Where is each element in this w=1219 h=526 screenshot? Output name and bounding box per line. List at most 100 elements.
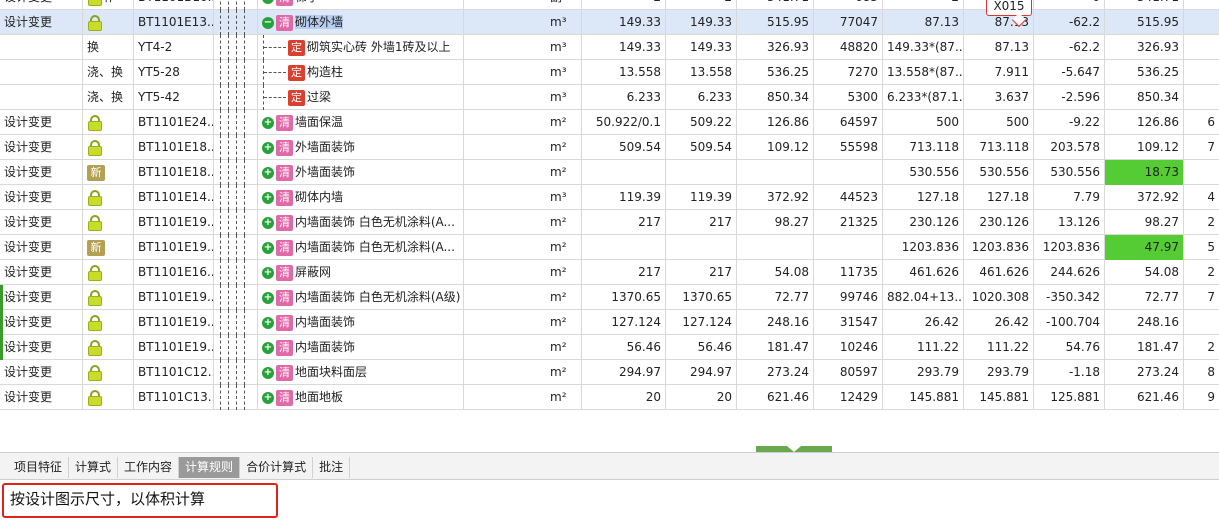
table-row[interactable]: 浇、换 YT5-42 定过梁 m³ 6.233 6.233 850.34 5300 6.233*… <box>0 85 1219 110</box>
revised-price-cell[interactable]: 181.47 <box>1105 335 1184 360</box>
quantity-cell[interactable] <box>666 160 737 185</box>
table-row[interactable]: 设计变更 BT1101E19... + 清内墙面装饰 m² 127.124 127.124 2… <box>0 310 1219 335</box>
table-row[interactable]: 设计变更新 BT1101E19... + 清内墙面装饰 白色无机涂料(A... m² 12… <box>0 235 1219 260</box>
quantity-cell[interactable]: 217 <box>666 260 737 285</box>
revised-price-cell[interactable]: 98.27 <box>1105 210 1184 235</box>
table-row[interactable]: 浇、换 YT5-28 定构造柱 m³ 13.558 13.558 536.25 7270 13.… <box>0 60 1219 85</box>
expand-icon[interactable]: + <box>262 191 274 204</box>
revised-expr-cell[interactable]: 713.118 <box>883 135 964 160</box>
unit-price-cell[interactable] <box>737 235 814 260</box>
quantity-diff-cell[interactable]: 125.881 <box>1034 385 1105 410</box>
tab-计算式[interactable]: 计算式 <box>69 457 119 478</box>
quantity-diff-cell[interactable]: -350.342 <box>1034 285 1105 310</box>
expand-icon[interactable]: + <box>262 266 274 279</box>
total-price-cell[interactable]: 5300 <box>814 85 883 110</box>
quantity-cell[interactable]: 1370.65 <box>582 285 666 310</box>
quantity-diff-cell[interactable]: -62.2 <box>1034 10 1105 35</box>
unit-price-cell[interactable]: 341.71 <box>737 0 814 10</box>
total-price-cell[interactable]: 80597 <box>814 360 883 385</box>
revised-expr-cell[interactable]: 26.42 <box>883 310 964 335</box>
unit-price-cell[interactable]: 248.16 <box>737 310 814 335</box>
quantity-cell[interactable]: 217 <box>582 210 666 235</box>
unit-price-cell[interactable]: 181.47 <box>737 335 814 360</box>
quantity-cell[interactable]: 119.39 <box>582 185 666 210</box>
quantity-cell[interactable]: 119.39 <box>666 185 737 210</box>
quantity-cell[interactable]: 20 <box>582 385 666 410</box>
table-row[interactable]: 设计变更 BT1101E19... + 清内墙面装饰 白色无机涂料(A级) m² 1370… <box>0 285 1219 310</box>
name-cell[interactable]: + 清内墙面装饰 <box>258 310 464 335</box>
name-cell[interactable]: 定构造柱 <box>258 60 464 85</box>
name-cell[interactable]: + 清内墙面装饰 <box>258 335 464 360</box>
unit-price-cell[interactable]: 98.27 <box>737 210 814 235</box>
revised-quantity-cell[interactable]: 500 <box>964 110 1034 135</box>
quantity-cell[interactable]: 6.233 <box>582 85 666 110</box>
name-cell[interactable]: + 清墙面保温 <box>258 110 464 135</box>
revised-expr-cell[interactable]: 882.04+13... <box>883 285 964 310</box>
total-price-cell[interactable]: 99746 <box>814 285 883 310</box>
table-row[interactable]: 设计变更 BT1101E19... + 清内墙面装饰 m² 56.46 56.46 181.4… <box>0 335 1219 360</box>
revised-quantity-cell[interactable]: 1020.308 <box>964 285 1034 310</box>
unit-price-cell[interactable] <box>737 160 814 185</box>
total-price-cell[interactable]: 55598 <box>814 135 883 160</box>
revised-quantity-cell[interactable]: 145.881 <box>964 385 1034 410</box>
quantity-cell[interactable]: 127.124 <box>666 310 737 335</box>
tab-计算规则[interactable]: 计算规则 <box>179 457 241 478</box>
quantity-cell[interactable] <box>582 235 666 260</box>
revised-expr-cell[interactable]: 87.13 <box>883 10 964 35</box>
quantity-cell[interactable]: 56.46 <box>582 335 666 360</box>
revised-price-cell[interactable]: 54.08 <box>1105 260 1184 285</box>
tab-工作内容[interactable]: 工作内容 <box>118 457 180 478</box>
revised-price-cell[interactable]: 341.71 <box>1105 0 1184 10</box>
quantity-cell[interactable]: 294.97 <box>582 360 666 385</box>
quantity-cell[interactable] <box>582 160 666 185</box>
quantity-cell[interactable]: 509.54 <box>582 135 666 160</box>
revised-expr-cell[interactable]: 461.626 <box>883 260 964 285</box>
name-cell[interactable]: + 清内墙面装饰 白色无机涂料(A... <box>258 210 464 235</box>
quantity-cell[interactable]: 1370.65 <box>666 285 737 310</box>
table-row[interactable]: 设计变更 BT1101E14... + 清砌体内墙 m³ 119.39 119.39 372.… <box>0 185 1219 210</box>
unit-price-cell[interactable]: 850.34 <box>737 85 814 110</box>
quantity-diff-cell[interactable]: -1.18 <box>1034 360 1105 385</box>
unit-price-cell[interactable]: 54.08 <box>737 260 814 285</box>
quantity-cell[interactable]: 217 <box>666 210 737 235</box>
collapse-icon[interactable]: − <box>262 16 274 29</box>
unit-price-cell[interactable]: 273.24 <box>737 360 814 385</box>
total-price-cell[interactable]: 31547 <box>814 310 883 335</box>
expand-icon[interactable]: + <box>262 366 274 379</box>
unit-price-cell[interactable]: 621.46 <box>737 385 814 410</box>
total-price-cell[interactable]: 12429 <box>814 385 883 410</box>
revised-quantity-cell[interactable]: 111.22 <box>964 335 1034 360</box>
revised-quantity-cell[interactable]: 530.556 <box>964 160 1034 185</box>
revised-expr-cell[interactable]: 127.18 <box>883 185 964 210</box>
unit-price-cell[interactable]: 515.95 <box>737 10 814 35</box>
quantity-diff-cell[interactable]: 54.76 <box>1034 335 1105 360</box>
quantity-diff-cell[interactable]: 13.126 <box>1034 210 1105 235</box>
name-cell[interactable]: +清梯子 <box>258 0 464 10</box>
table-row[interactable]: 换 YT4-2 定砌筑实心砖 外墙1砖及以上 m³ 149.33 149.33 326.93… <box>0 35 1219 60</box>
revised-expr-cell[interactable]: 1203.836 <box>883 235 964 260</box>
expand-icon[interactable]: + <box>262 141 274 154</box>
quantity-diff-cell[interactable]: -2.596 <box>1034 85 1105 110</box>
table-row[interactable]: 设计变更 BT1101E18... + 清外墙面装饰 m² 509.54 509.54 109… <box>0 135 1219 160</box>
expand-icon[interactable]: + <box>262 316 274 329</box>
total-price-cell[interactable]: 11735 <box>814 260 883 285</box>
revised-price-cell[interactable]: 126.86 <box>1105 110 1184 135</box>
name-cell[interactable]: + 清砌体内墙 <box>258 185 464 210</box>
quantity-diff-cell[interactable]: -62.2 <box>1034 35 1105 60</box>
table-row[interactable]: 设计变更新 BT1101E18... + 清外墙面装饰 m² 530.556 530.556… <box>0 160 1219 185</box>
revised-price-cell[interactable]: 326.93 <box>1105 35 1184 60</box>
quantity-diff-cell[interactable]: -100.704 <box>1034 310 1105 335</box>
tab-合价计算式[interactable]: 合价计算式 <box>240 457 314 478</box>
total-price-cell[interactable]: 64597 <box>814 110 883 135</box>
name-cell[interactable]: + 清地面地板 <box>258 385 464 410</box>
unit-price-cell[interactable]: 126.86 <box>737 110 814 135</box>
name-cell[interactable]: + 清内墙面装饰 白色无机涂料(A... <box>258 235 464 260</box>
revised-price-cell[interactable]: 621.46 <box>1105 385 1184 410</box>
total-price-cell[interactable]: 21325 <box>814 210 883 235</box>
quantity-cell[interactable]: 217 <box>582 260 666 285</box>
name-cell[interactable]: − 清砌体外墙 <box>258 10 464 35</box>
tab-批注[interactable]: 批注 <box>313 457 351 478</box>
total-price-cell[interactable] <box>814 160 883 185</box>
unit-price-cell[interactable]: 536.25 <box>737 60 814 85</box>
quantity-diff-cell[interactable]: 0 <box>1034 0 1105 10</box>
